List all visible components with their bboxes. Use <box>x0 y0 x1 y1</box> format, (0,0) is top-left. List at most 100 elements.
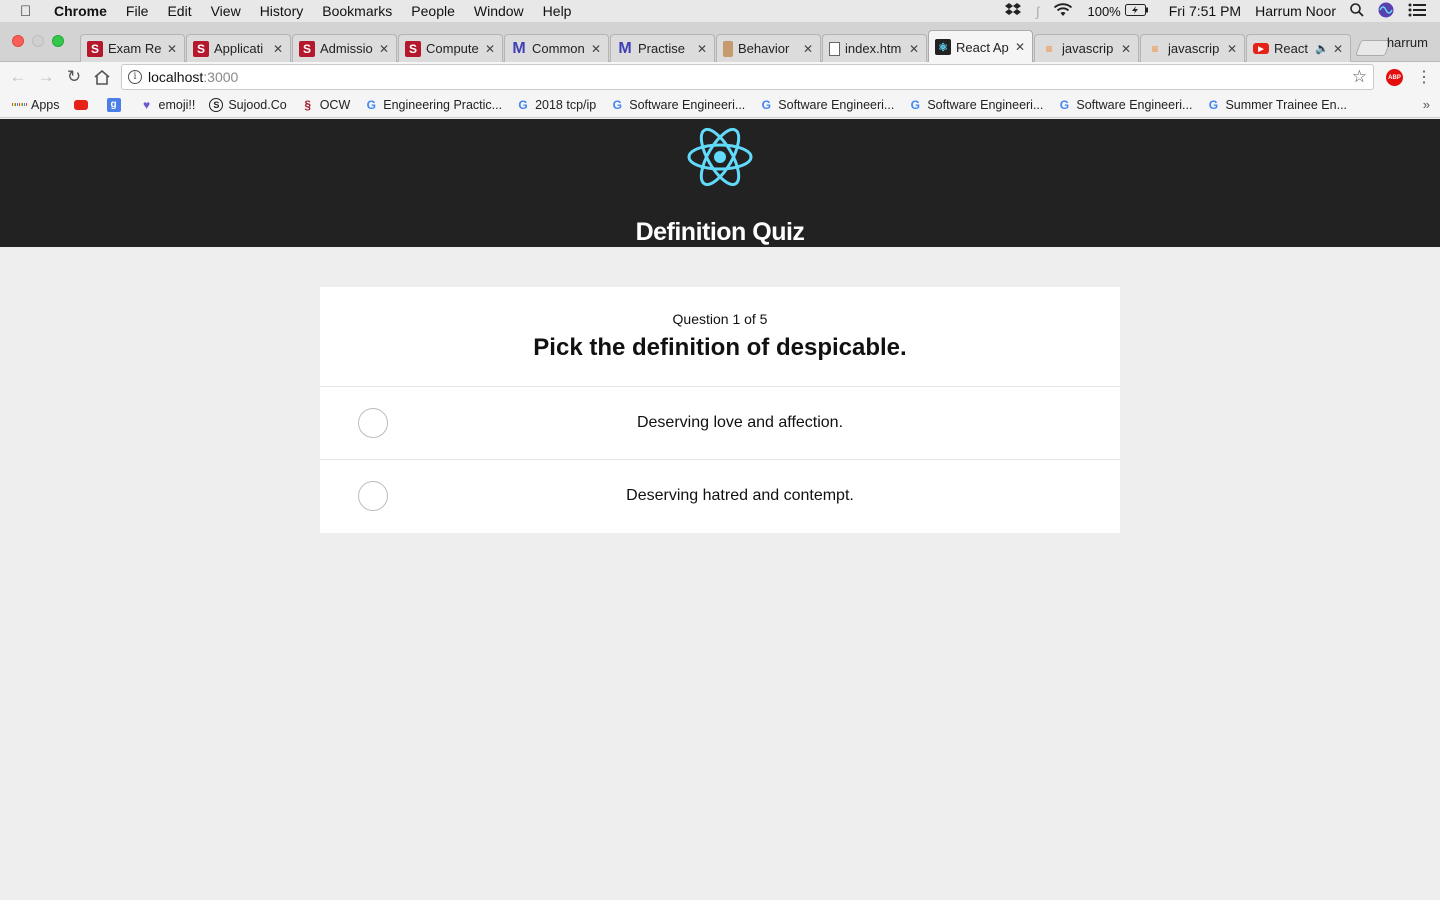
bookmark-label: Engineering Practic... <box>383 97 503 112</box>
close-tab-icon[interactable]: ✕ <box>1226 42 1238 56</box>
google-icon: G <box>910 97 921 112</box>
menu-people[interactable]: People <box>411 3 455 19</box>
menu-edit[interactable]: Edit <box>167 3 191 19</box>
clock[interactable]: Fri 7:51 PM <box>1169 3 1241 19</box>
tab-title: javascrip <box>1062 41 1114 56</box>
close-tab-icon[interactable]: ✕ <box>1014 40 1026 54</box>
tab-javascript-1[interactable]: ≡ javascrip ✕ <box>1034 34 1139 62</box>
close-tab-icon[interactable]: ✕ <box>590 42 602 56</box>
notification-center-icon[interactable] <box>1408 3 1426 20</box>
close-window-button[interactable] <box>12 35 24 47</box>
tab-title: Compute <box>426 41 479 56</box>
back-arrow-icon[interactable]: ← <box>4 63 32 91</box>
adblock-plus-icon[interactable]: ABP <box>1386 69 1403 86</box>
bookmark-engineering-practices[interactable]: G Engineering Practic... <box>364 98 502 112</box>
more-bookmarks-chevron-icon[interactable]: » <box>1423 97 1430 112</box>
question-header: Question 1 of 5 Pick the definition of d… <box>320 287 1120 387</box>
tab-exam-results[interactable]: S Exam Re ✕ <box>80 34 185 62</box>
reload-icon[interactable]: ↻ <box>60 63 88 91</box>
profile-name[interactable]: harrum <box>1387 35 1428 50</box>
tab-javascript-2[interactable]: ≡ javascrip ✕ <box>1140 34 1245 62</box>
siri-icon[interactable] <box>1378 2 1394 21</box>
battery-icon[interactable] <box>1124 3 1149 19</box>
answer-option[interactable]: Deserving love and affection. <box>320 387 1120 460</box>
answer-option[interactable]: Deserving hatred and contempt. <box>320 460 1120 533</box>
tab-react-app[interactable]: ⚛ React Ap ✕ <box>928 30 1033 63</box>
bookmark-label: 2018 tcp/ip <box>535 97 597 112</box>
menu-window[interactable]: Window <box>474 3 524 19</box>
google-icon: G <box>761 97 771 112</box>
menu-file[interactable]: File <box>126 3 149 19</box>
speaker-icon[interactable]: 🔈 <box>1315 42 1329 55</box>
bookmark-ocw[interactable]: § OCW <box>301 97 351 112</box>
menu-view[interactable]: View <box>211 3 241 19</box>
minimize-window-button[interactable] <box>32 35 44 47</box>
close-tab-icon[interactable]: ✕ <box>1120 42 1132 56</box>
close-tab-icon[interactable]: ✕ <box>484 42 496 56</box>
tab-title: javascrip <box>1168 41 1220 56</box>
bluetooth-icon[interactable]: ∫ <box>1036 4 1040 19</box>
bookmark-youtube[interactable] <box>73 99 93 110</box>
youtube-icon <box>73 99 88 110</box>
answer-label[interactable]: Deserving hatred and contempt. <box>320 487 1160 505</box>
tab-admission[interactable]: S Admissio ✕ <box>292 34 397 62</box>
close-tab-icon[interactable]: ✕ <box>378 42 390 56</box>
home-icon[interactable] <box>88 63 116 91</box>
stackoverflow-icon: ≡ <box>1045 41 1053 56</box>
quiz-card: Question 1 of 5 Pick the definition of d… <box>320 287 1120 533</box>
tab-behavior[interactable]: Behavior ✕ <box>716 34 821 62</box>
app-header: Definition Quiz <box>0 119 1440 247</box>
bookmark-label: Software Engineeri... <box>778 97 895 112</box>
menu-bookmarks[interactable]: Bookmarks <box>322 3 392 19</box>
menu-app-name[interactable]: Chrome <box>54 3 107 19</box>
tab-index-html[interactable]: index.htm ✕ <box>822 34 927 62</box>
react-logo-icon <box>687 127 753 187</box>
heart-icon: ♥ <box>142 97 151 112</box>
menu-help[interactable]: Help <box>543 3 572 19</box>
user-name[interactable]: Harrum Noor <box>1255 3 1336 19</box>
tab-common[interactable]: M Common ✕ <box>504 34 609 62</box>
dropbox-icon[interactable] <box>1004 2 1022 21</box>
bookmark-software-eng-2[interactable]: G Software Engineeri... <box>759 97 895 112</box>
bookmarks-bar: Apps g ♥ emoji!! S Sujood.Co § OCW G Eng… <box>0 92 1440 118</box>
bookmark-sujood[interactable]: S Sujood.Co <box>209 97 287 112</box>
bookmark-software-eng-1[interactable]: G Software Engineeri... <box>610 98 746 112</box>
bookmark-g8[interactable]: g <box>106 97 126 112</box>
s-icon: S <box>193 40 209 57</box>
new-tab-button[interactable] <box>1355 40 1391 56</box>
bookmark-label: OCW <box>319 97 351 112</box>
tab-title: Admissio <box>320 41 373 56</box>
tab-application[interactable]: S Applicati ✕ <box>186 34 291 62</box>
bookmark-summer-trainee[interactable]: G Summer Trainee En... <box>1206 98 1347 112</box>
maximize-window-button[interactable] <box>52 35 64 47</box>
tab-practise[interactable]: M Practise ✕ <box>610 34 715 62</box>
bookmark-emoji[interactable]: ♥ emoji!! <box>140 97 195 112</box>
stackoverflow-icon: ≡ <box>1151 41 1159 56</box>
tab-computer[interactable]: S Compute ✕ <box>398 34 503 62</box>
apple-icon[interactable]:  <box>20 3 36 20</box>
bookmark-apps[interactable]: Apps <box>12 98 60 112</box>
bookmark-tcp-ip[interactable]: G 2018 tcp/ip <box>516 98 596 112</box>
close-tab-icon[interactable]: ✕ <box>696 42 708 56</box>
spotlight-search-icon[interactable] <box>1350 2 1364 20</box>
youtube-icon: ▶ <box>1253 43 1269 54</box>
close-tab-icon[interactable]: ✕ <box>272 42 284 56</box>
m-icon: M <box>512 39 526 57</box>
google-icon: G <box>1059 97 1070 112</box>
info-icon[interactable]: i <box>128 70 142 84</box>
close-tab-icon[interactable]: ✕ <box>1332 42 1344 56</box>
bookmark-software-eng-4[interactable]: G Software Engineeri... <box>1057 97 1193 112</box>
menu-history[interactable]: History <box>260 3 304 19</box>
bookmark-star-icon[interactable]: ☆ <box>1352 67 1367 87</box>
tab-react-youtube[interactable]: ▶ React 🔈 ✕ <box>1246 34 1351 62</box>
close-tab-icon[interactable]: ✕ <box>802 42 814 56</box>
forward-arrow-icon[interactable]: → <box>32 63 60 91</box>
close-tab-icon[interactable]: ✕ <box>908 42 920 56</box>
bookmark-label: Software Engineeri... <box>1076 97 1193 112</box>
close-tab-icon[interactable]: ✕ <box>166 42 178 56</box>
answer-label[interactable]: Deserving love and affection. <box>320 414 1160 432</box>
chrome-menu-icon[interactable]: ⋮ <box>1416 67 1432 87</box>
wifi-icon[interactable] <box>1053 2 1073 20</box>
address-bar[interactable]: i localhost:3000 ☆ <box>121 64 1374 90</box>
bookmark-software-eng-3[interactable]: G Software Engineeri... <box>908 97 1044 112</box>
